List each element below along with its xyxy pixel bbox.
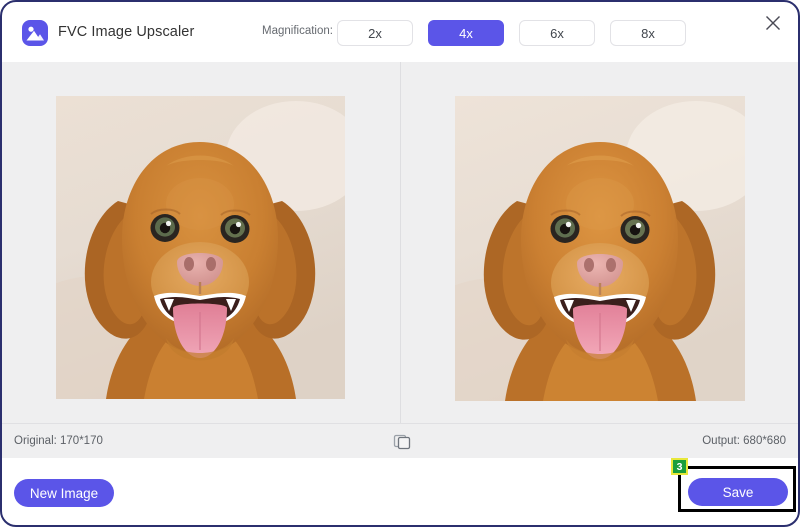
window-body: FVC Image Upscaler Magnification: 2x 4x … — [0, 0, 800, 527]
window-footer: New Image Save — [0, 458, 800, 527]
new-image-button[interactable]: New Image — [14, 479, 114, 507]
magnification-label: Magnification: — [262, 25, 333, 37]
preview-area — [0, 62, 800, 423]
pane-divider — [400, 62, 401, 423]
magnification-option-6x[interactable]: 6x — [519, 20, 595, 46]
close-icon[interactable] — [758, 8, 788, 38]
magnification-option-8x[interactable]: 8x — [610, 20, 686, 46]
status-bar: Original: 170*170 Output: 680*680 — [0, 423, 800, 459]
magnification-button-group: 2x 4x 6x 8x — [337, 20, 686, 46]
save-button[interactable]: Save — [688, 478, 788, 506]
app-logo-icon — [22, 20, 48, 46]
magnification-option-4x[interactable]: 4x — [428, 20, 504, 46]
output-size-text: Output: 680*680 — [702, 435, 786, 447]
fvc-image-upscaler-window: FVC Image Upscaler Magnification: 2x 4x … — [0, 0, 800, 527]
upscaled-image-preview[interactable] — [455, 96, 745, 401]
window-header: FVC Image Upscaler Magnification: 2x 4x … — [0, 0, 800, 62]
original-size-text: Original: 170*170 — [14, 435, 103, 447]
app-title: FVC Image Upscaler — [58, 24, 194, 40]
original-image-preview[interactable] — [56, 96, 345, 399]
compare-squares-icon[interactable] — [393, 433, 411, 451]
magnification-option-2x[interactable]: 2x — [337, 20, 413, 46]
